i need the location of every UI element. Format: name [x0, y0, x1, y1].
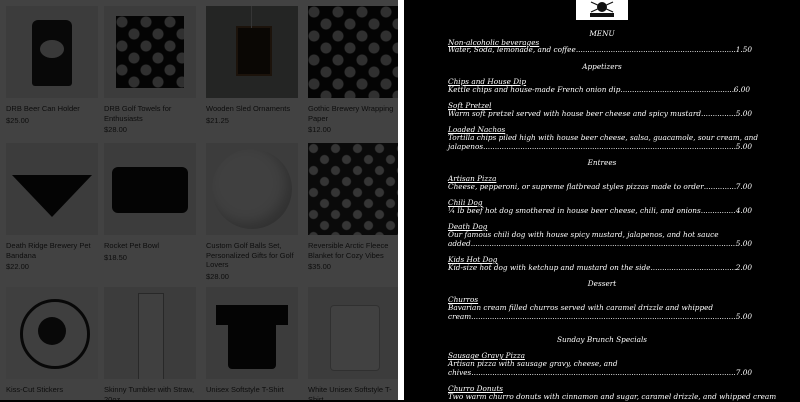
product-card[interactable]: DRB Golf Towels for Enthusiasts $28.00	[104, 6, 196, 134]
product-price: $21.25	[206, 115, 229, 125]
product-card[interactable]: White Unisex Softstyle T-Shirt	[308, 287, 398, 400]
product-title[interactable]: Rocket Pet Bowl	[104, 241, 196, 251]
product-title[interactable]: DRB Golf Towels for Enthusiasts	[104, 104, 196, 123]
product-image	[6, 6, 98, 98]
product-card[interactable]: DRB Beer Can Holder $25.00	[6, 6, 98, 125]
menu-item-price: 6.00	[733, 85, 750, 94]
product-title[interactable]: Death Ridge Brewery Pet Bandana	[6, 241, 98, 260]
menu-item-price: 7.00	[735, 368, 752, 377]
menu-item-line: Water, Soda, lemonade, and coffee1.50	[448, 45, 752, 55]
product-title[interactable]: Gothic Brewery Wrapping Paper	[308, 104, 398, 123]
menu-item-price: 5.00	[735, 109, 752, 118]
product-title[interactable]: Custom Golf Balls Set, Personalized Gift…	[206, 241, 298, 270]
shop-panel: DRB Beer Can Holder $25.00 DRB Golf Towe…	[0, 0, 398, 400]
product-card[interactable]: Custom Golf Balls Set, Personalized Gift…	[206, 143, 298, 281]
product-price: $22.00	[6, 262, 29, 271]
menu-item-price: 5.00	[735, 239, 752, 248]
product-image	[308, 287, 398, 379]
menu-item-line: chives7.00	[448, 368, 752, 378]
product-card[interactable]: Unisex Softstyle T-Shirt	[206, 287, 298, 395]
menu-item-line: cream5.00	[448, 312, 752, 322]
product-card[interactable]: Wooden Sled Ornaments $21.25	[206, 6, 298, 125]
menu-title: MENU	[589, 29, 615, 38]
brewery-logo	[576, 0, 628, 20]
menu-item-price: 5.00	[735, 142, 752, 151]
section-heading-appetizers: Appetizers	[582, 62, 622, 71]
product-title[interactable]: Skinny Tumbler with Straw, 20oz	[104, 385, 196, 400]
menu-item-line: Cheese, pepperoni, or supreme flatbread …	[448, 182, 752, 192]
product-image	[206, 143, 298, 235]
product-title[interactable]: Wooden Sled Ornaments	[206, 104, 298, 114]
product-image	[104, 6, 196, 98]
menu-item-line: Kid-size hot dog with ketchup and mustar…	[448, 263, 752, 273]
menu-item-price: 1.50	[735, 45, 752, 54]
menu-item-price: 2.00	[735, 263, 752, 272]
product-title[interactable]: Unisex Softstyle T-Shirt	[206, 385, 298, 395]
product-image	[6, 287, 98, 379]
product-card[interactable]: Gothic Brewery Wrapping Paper $12.00	[308, 6, 398, 134]
product-card[interactable]: Rocket Pet Bowl $18.50	[104, 143, 196, 262]
menu-item-desc: Two warm churro donuts with cinnamon and…	[448, 392, 777, 401]
menu-item-line: Kettle chips and house-made French onion…	[448, 85, 750, 95]
menu-item-price: 5.00	[735, 312, 752, 321]
product-image	[104, 287, 196, 379]
product-title[interactable]: Kiss-Cut Stickers	[6, 385, 98, 395]
product-image	[206, 6, 298, 98]
menu-item-line: ¼ lb beef hot dog smothered in house bee…	[448, 206, 752, 216]
product-card[interactable]: Death Ridge Brewery Pet Bandana $22.00	[6, 143, 98, 271]
product-card[interactable]: Kiss-Cut Stickers	[6, 287, 98, 395]
product-card[interactable]: Skinny Tumbler with Straw, 20oz	[104, 287, 196, 400]
product-image	[104, 143, 196, 235]
product-image	[206, 287, 298, 379]
menu-item-price: 7.00	[735, 182, 752, 191]
section-heading-brunch: Sunday Brunch Specials	[556, 335, 648, 344]
menu-item-price: 4.00	[735, 206, 752, 215]
product-title[interactable]: DRB Beer Can Holder	[6, 104, 98, 114]
product-title[interactable]: Reversible Arctic Fleece Blanket for Coz…	[308, 241, 398, 260]
product-price: $12.00	[308, 125, 331, 134]
section-heading-dessert: Dessert	[587, 279, 617, 288]
product-image	[308, 6, 398, 98]
menu-item-line: jalapenos5.00	[448, 142, 752, 152]
product-image	[6, 143, 98, 235]
menu-item-line: Warm soft pretzel served with house beer…	[448, 109, 752, 119]
product-price: $28.00	[206, 271, 229, 281]
section-heading-entrees: Entrees	[587, 158, 617, 167]
product-image	[308, 143, 398, 235]
product-price: $35.00	[308, 262, 331, 271]
product-price: $28.00	[104, 125, 127, 134]
product-title[interactable]: White Unisex Softstyle T-Shirt	[308, 385, 398, 400]
menu-item-line: added5.00	[448, 239, 752, 249]
product-price: $25.00	[6, 115, 29, 125]
product-price: $18.50	[104, 252, 127, 262]
product-card[interactable]: Reversible Arctic Fleece Blanket for Coz…	[308, 143, 398, 271]
